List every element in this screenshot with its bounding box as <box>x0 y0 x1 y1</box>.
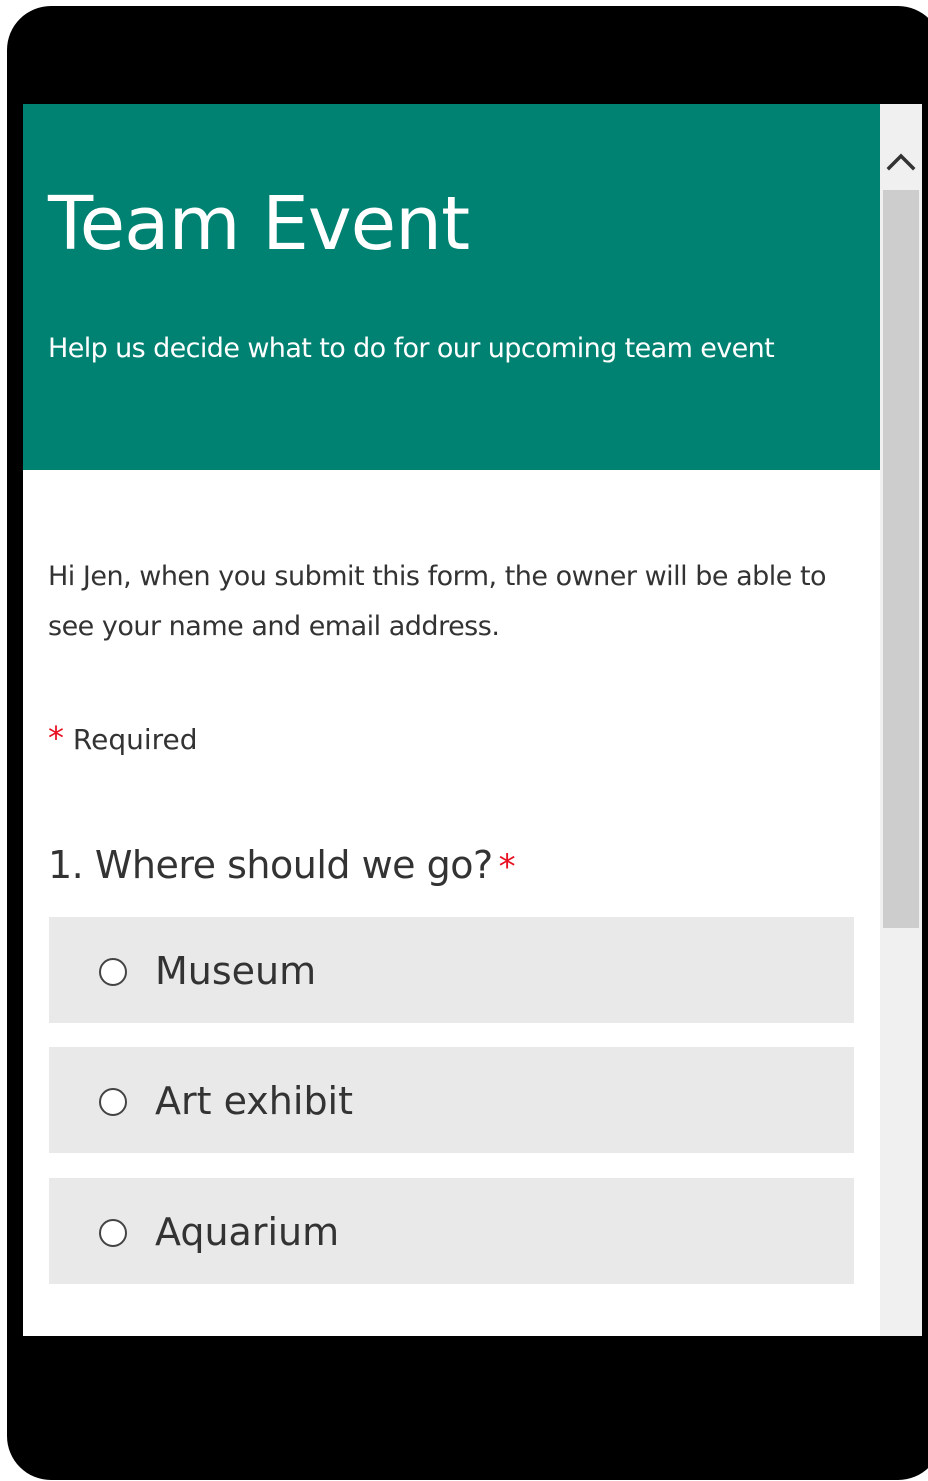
chevron-up-icon[interactable] <box>880 140 922 184</box>
form-subtitle: Help us decide what to do for our upcomi… <box>48 333 775 364</box>
question-1-text: 1. Where should we go? <box>48 843 493 887</box>
option-label: Art exhibit <box>155 1079 354 1123</box>
option-label: Aquarium <box>155 1210 340 1254</box>
radio-empty-icon[interactable] <box>99 1219 127 1247</box>
question-required-star-icon: * <box>498 847 516 887</box>
option-art-exhibit[interactable]: Art exhibit <box>49 1047 854 1153</box>
form-screen: Team Event Help us decide what to do for… <box>23 104 922 1336</box>
radio-empty-icon[interactable] <box>99 958 127 986</box>
required-star-icon: * <box>48 719 64 757</box>
privacy-notice: Hi Jen, when you submit this form, the o… <box>48 561 827 642</box>
option-label: Museum <box>155 949 317 993</box>
required-label: Required <box>72 723 198 756</box>
option-museum[interactable]: Museum <box>49 917 854 1023</box>
question-1-title: 1. Where should we go? * <box>48 840 516 892</box>
option-aquarium[interactable]: Aquarium <box>49 1178 854 1284</box>
required-legend: * Required <box>48 718 198 760</box>
radio-empty-icon[interactable] <box>99 1088 127 1116</box>
form-title: Team Event <box>48 181 470 267</box>
vertical-scrollbar[interactable] <box>880 104 922 1336</box>
form-header: Team Event Help us decide what to do for… <box>23 104 880 470</box>
scrollbar-thumb[interactable] <box>883 190 919 928</box>
